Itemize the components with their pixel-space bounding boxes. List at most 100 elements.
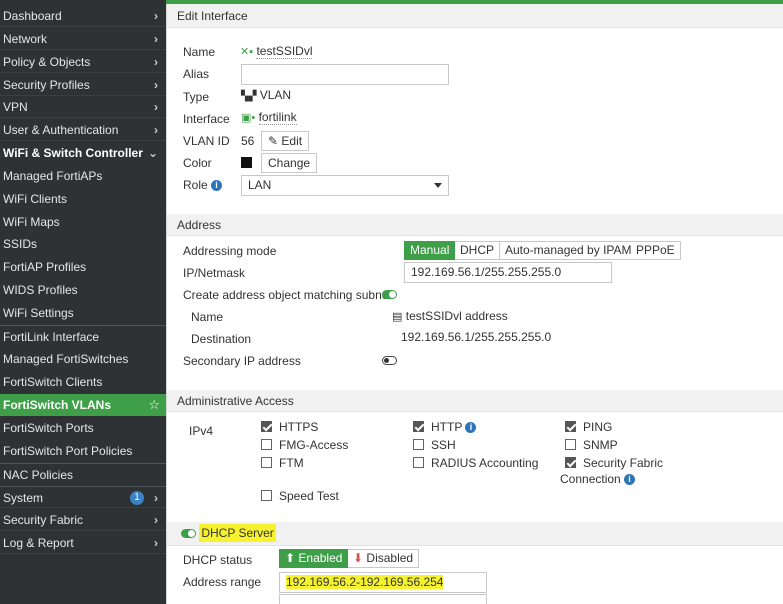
nav-wifi-clients[interactable]: WiFi Clients bbox=[0, 188, 166, 210]
name-text: testSSIDvl bbox=[256, 44, 313, 59]
chevron-right-icon: › bbox=[154, 491, 158, 505]
dropdown-arrow-icon bbox=[434, 183, 442, 188]
ssh-label: SSH bbox=[431, 438, 456, 452]
page-title: Edit Interface bbox=[167, 4, 783, 28]
nav-label: SSIDs bbox=[3, 237, 38, 251]
chevron-down-icon: ⌄ bbox=[147, 146, 158, 160]
nav-nac-policies[interactable]: NAC Policies bbox=[0, 463, 166, 485]
nav-label: Managed FortiSwitches bbox=[3, 352, 129, 366]
snmp-label: SNMP bbox=[583, 438, 618, 452]
nav-ssids[interactable]: SSIDs bbox=[0, 233, 166, 255]
security-fabric-checkbox[interactable] bbox=[565, 457, 576, 468]
security-fabric-label: Security Fabric bbox=[583, 456, 664, 470]
speed-test-label: Speed Test bbox=[279, 489, 339, 503]
nav-network[interactable]: Network › bbox=[0, 28, 166, 50]
nav-security-profiles[interactable]: Security Profiles › bbox=[0, 74, 166, 96]
nav-fortiap-profiles[interactable]: FortiAP Profiles bbox=[0, 256, 166, 278]
ipnetmask-input[interactable]: 192.169.56.1/255.255.255.0 bbox=[404, 262, 612, 283]
nav-user-auth[interactable]: User & Authentication › bbox=[0, 119, 166, 141]
dhcp-enabled-button[interactable]: ⬆ Enabled bbox=[279, 549, 349, 568]
nav-wifi-maps[interactable]: WiFi Maps bbox=[0, 211, 166, 233]
address-range-input[interactable]: 192.169.56.2-192.169.56.254 bbox=[279, 572, 487, 593]
vlan-interface-icon: ✕▪ bbox=[240, 46, 254, 58]
radius-accounting-checkbox[interactable] bbox=[413, 457, 424, 468]
nav-label: WIDS Profiles bbox=[3, 283, 78, 297]
role-select[interactable]: LAN bbox=[241, 175, 449, 196]
nav-wifi-settings[interactable]: WiFi Settings bbox=[0, 302, 166, 324]
chevron-right-icon: › bbox=[154, 123, 158, 137]
https-checkbox[interactable] bbox=[261, 421, 272, 432]
ftm-checkbox[interactable] bbox=[261, 457, 272, 468]
nav-system[interactable]: System 1 › bbox=[0, 486, 166, 508]
nav-fortiswitch-clients[interactable]: FortiSwitch Clients bbox=[0, 371, 166, 393]
name-value: ✕▪ testSSIDvl bbox=[240, 44, 313, 59]
dhcp-server-title: DHCP Server bbox=[199, 524, 276, 542]
ping-checkbox[interactable] bbox=[565, 421, 576, 432]
nav-fortiswitch-port-policies[interactable]: FortiSwitch Port Policies bbox=[0, 440, 166, 462]
type-value: ▚▞ VLAN bbox=[241, 88, 291, 102]
info-icon[interactable]: i bbox=[211, 180, 223, 191]
nav-fortiswitch-ports[interactable]: FortiSwitch Ports bbox=[0, 417, 166, 439]
address-range-next-input[interactable] bbox=[279, 594, 487, 604]
nav-label: Security Profiles bbox=[3, 78, 90, 92]
chevron-right-icon: › bbox=[154, 32, 158, 46]
secondary-ip-toggle[interactable] bbox=[382, 356, 397, 365]
chevron-right-icon: › bbox=[154, 78, 158, 92]
dhcp-server-toggle[interactable] bbox=[181, 529, 196, 538]
nav-log-report[interactable]: Log & Report › bbox=[0, 532, 166, 554]
fmg-access-checkbox[interactable] bbox=[261, 439, 272, 450]
edit-interface-panel: Edit Interface Name ✕▪ testSSIDvl Alias … bbox=[166, 4, 783, 604]
star-icon[interactable]: ☆ bbox=[148, 394, 160, 416]
chevron-right-icon: › bbox=[154, 536, 158, 550]
object-name-label: Name bbox=[191, 310, 224, 324]
edit-vlanid-button[interactable]: ✎ Edit bbox=[261, 131, 310, 151]
ssh-checkbox[interactable] bbox=[413, 439, 424, 450]
speed-test-checkbox[interactable] bbox=[261, 490, 272, 501]
nav-managed-fortiswitches[interactable]: Managed FortiSwitches bbox=[0, 348, 166, 370]
nav-label: FortiSwitch VLANs bbox=[3, 398, 112, 412]
color-swatch bbox=[241, 157, 252, 168]
nav-fortilink-interface[interactable]: FortiLink Interface bbox=[0, 325, 166, 347]
mode-dhcp[interactable]: DHCP bbox=[455, 241, 501, 260]
nav-managed-fortiaps[interactable]: Managed FortiAPs bbox=[0, 165, 166, 187]
vlanid-value: 56 bbox=[241, 134, 255, 148]
snmp-checkbox[interactable] bbox=[565, 439, 576, 450]
role-label-text: Role bbox=[183, 178, 208, 192]
sf-line2-text: Connection bbox=[560, 472, 621, 486]
info-icon[interactable]: i bbox=[465, 422, 477, 433]
address-section-header: Address bbox=[167, 214, 783, 236]
edit-label: Edit bbox=[281, 134, 303, 148]
nav-vpn[interactable]: VPN › bbox=[0, 96, 166, 118]
nav-dashboard[interactable]: Dashboard › bbox=[0, 5, 166, 27]
admin-access-section-header: Administrative Access bbox=[167, 390, 783, 412]
http-label-text: HTTP bbox=[431, 420, 463, 434]
nav-label: User & Authentication bbox=[3, 123, 119, 137]
nav-security-fabric[interactable]: Security Fabric › bbox=[0, 509, 166, 531]
nav-policy-objects[interactable]: Policy & Objects › bbox=[0, 51, 166, 73]
nav-wids-profiles[interactable]: WIDS Profiles bbox=[0, 279, 166, 301]
notification-badge: 1 bbox=[130, 491, 144, 505]
mode-manual[interactable]: Manual bbox=[404, 241, 456, 260]
enabled-label: Enabled bbox=[298, 551, 343, 565]
destination-label: Destination bbox=[191, 332, 252, 346]
create-address-object-toggle[interactable] bbox=[382, 290, 397, 299]
alias-input[interactable] bbox=[241, 64, 449, 85]
nav-label: WiFi & Switch Controller bbox=[3, 146, 143, 160]
nav-label: FortiLink Interface bbox=[3, 330, 100, 344]
interface-text: fortilink bbox=[258, 110, 297, 125]
nav-fortiswitch-vlans[interactable]: FortiSwitch VLANs ☆ bbox=[0, 394, 166, 416]
mode-auto-ipam[interactable]: Auto-managed by IPAM bbox=[500, 241, 638, 260]
dhcp-disabled-button[interactable]: ⬇ Disabled bbox=[348, 549, 420, 568]
pencil-icon: ✎ bbox=[268, 134, 279, 148]
change-color-button[interactable]: Change bbox=[261, 153, 318, 173]
http-checkbox[interactable] bbox=[413, 421, 424, 432]
radius-accounting-label: RADIUS Accounting bbox=[431, 456, 539, 470]
nav-wifi-switch-controller[interactable]: WiFi & Switch Controller ⌄ bbox=[0, 142, 166, 164]
nav-label: VPN bbox=[3, 100, 28, 114]
mode-pppoe[interactable]: PPPoE bbox=[631, 241, 681, 260]
info-icon[interactable]: i bbox=[624, 474, 636, 485]
nav-label: Log & Report bbox=[3, 536, 74, 550]
ipnetmask-label: IP/Netmask bbox=[183, 266, 246, 280]
name-label: Name bbox=[183, 45, 216, 59]
ipv4-label: IPv4 bbox=[189, 424, 214, 438]
